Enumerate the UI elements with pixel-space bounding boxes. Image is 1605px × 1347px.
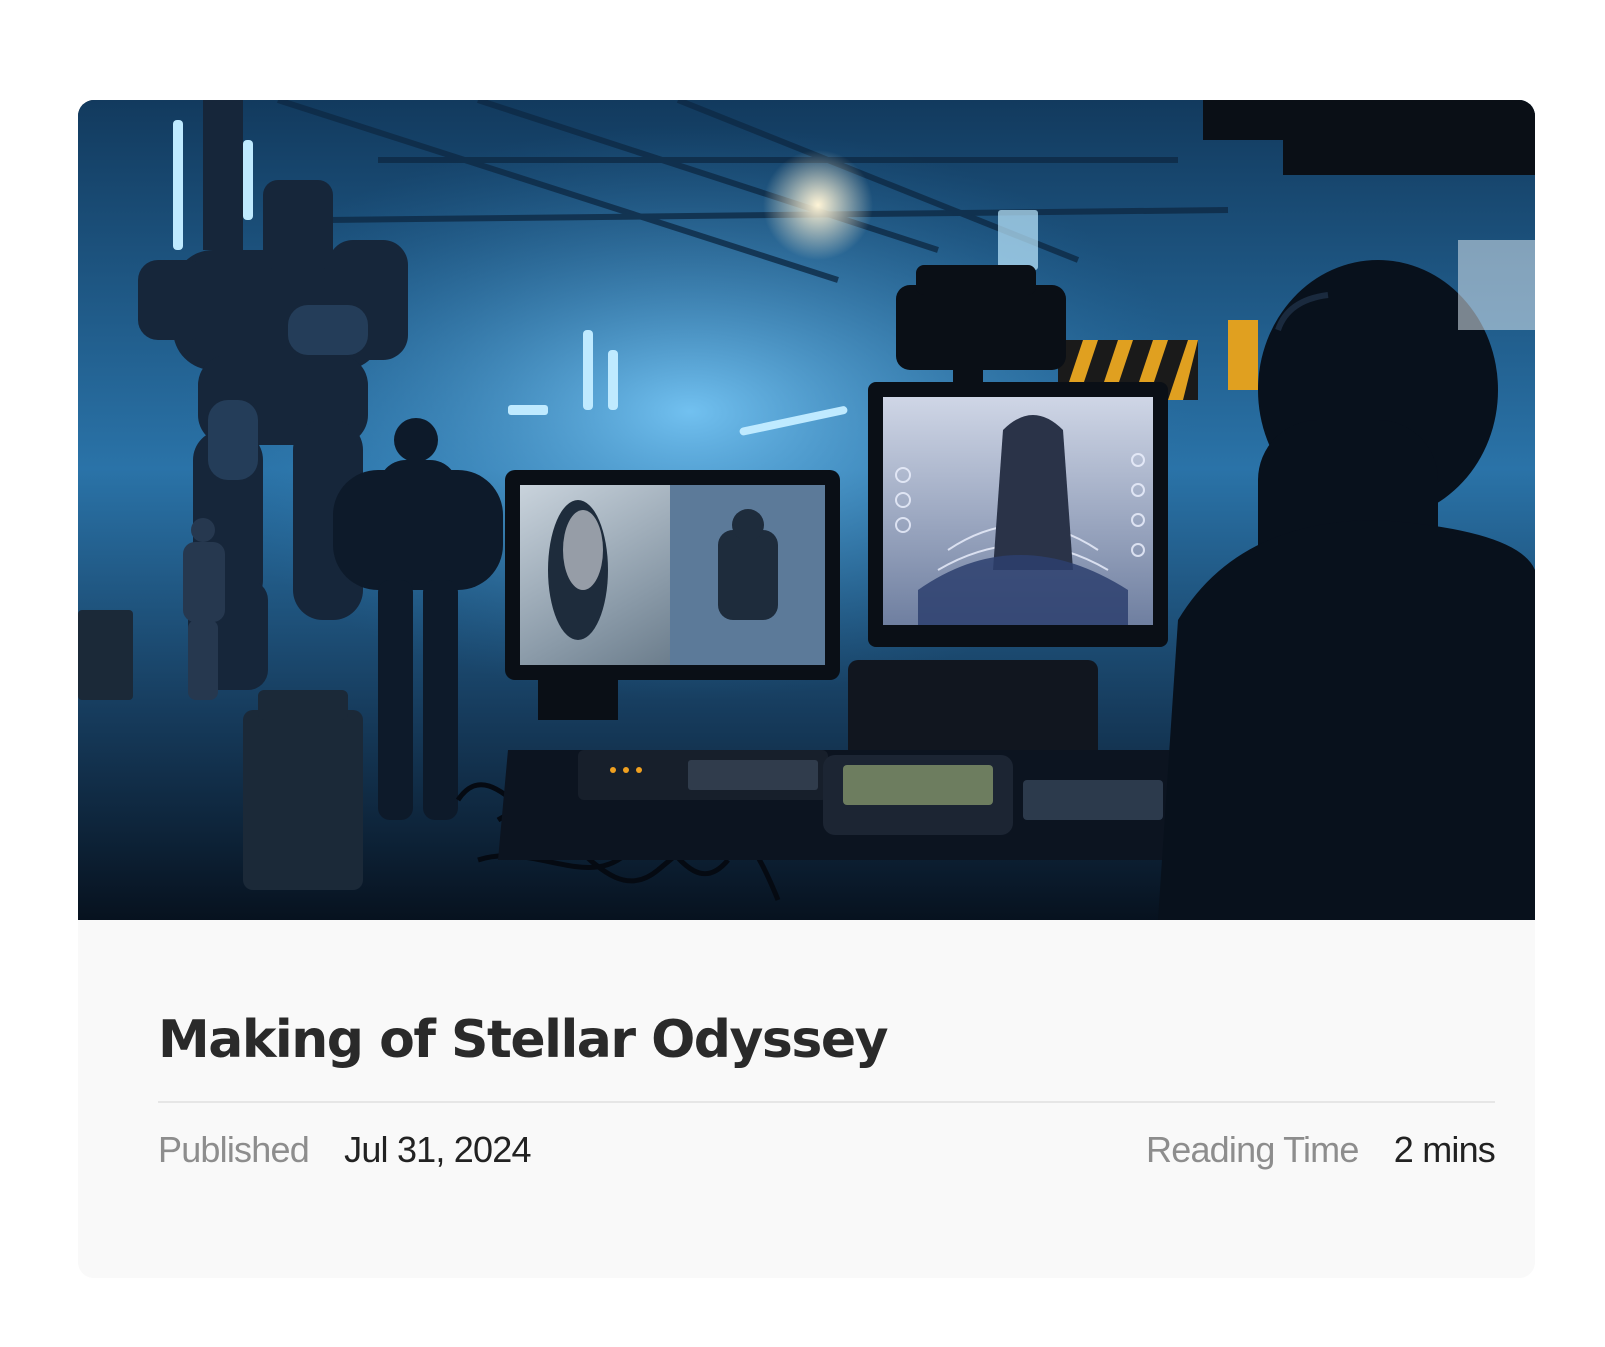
reading-time-value: 2 mins bbox=[1393, 1129, 1496, 1170]
published-date: Jul 31, 2024 bbox=[344, 1129, 531, 1170]
article-hero-image[interactable] bbox=[78, 100, 1535, 920]
divider bbox=[158, 1101, 1495, 1103]
film-set-illustration bbox=[78, 100, 1535, 920]
article-title[interactable]: Making of Stellar Odyssey bbox=[158, 1010, 889, 1070]
reading-time-meta: Reading Time 2 mins bbox=[1146, 1128, 1496, 1172]
article-card[interactable]: Making of Stellar Odyssey Published Jul … bbox=[78, 100, 1535, 1278]
reading-time-label: Reading Time bbox=[1146, 1129, 1359, 1170]
published-meta: Published Jul 31, 2024 bbox=[158, 1128, 531, 1172]
article-card-body: Making of Stellar Odyssey Published Jul … bbox=[78, 920, 1535, 1278]
published-label: Published bbox=[158, 1129, 310, 1170]
